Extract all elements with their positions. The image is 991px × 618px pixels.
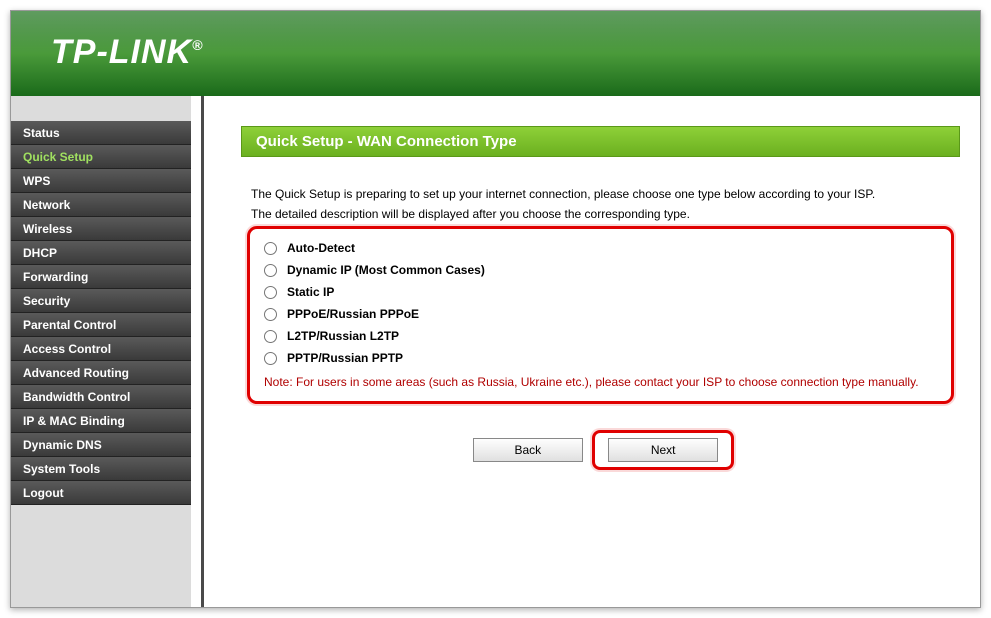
option-label[interactable]: L2TP/Russian L2TP: [287, 329, 399, 343]
note-text: Note: For users in some areas (such as R…: [264, 375, 937, 391]
app-frame: TP-LINK® StatusQuick SetupWPSNetworkWire…: [10, 10, 981, 608]
next-button[interactable]: Next: [608, 438, 718, 462]
option-row: PPPoE/Russian PPPoE: [264, 303, 937, 325]
intro-line-2: The detailed description will be display…: [251, 207, 950, 223]
button-row: Back Next: [241, 430, 960, 470]
option-row: PPTP/Russian PPTP: [264, 347, 937, 369]
sidebar-item-dynamic-dns[interactable]: Dynamic DNS: [11, 433, 191, 457]
sidebar-item-ip-mac-binding[interactable]: IP & MAC Binding: [11, 409, 191, 433]
sidebar-item-dhcp[interactable]: DHCP: [11, 241, 191, 265]
option-row: L2TP/Russian L2TP: [264, 325, 937, 347]
option-row: Static IP: [264, 281, 937, 303]
sidebar-item-wps[interactable]: WPS: [11, 169, 191, 193]
page-title: Quick Setup - WAN Connection Type: [241, 126, 960, 157]
sidebar-item-access-control[interactable]: Access Control: [11, 337, 191, 361]
radio-pppoe-russian-pppoe[interactable]: [264, 308, 277, 321]
radio-auto-detect[interactable]: [264, 242, 277, 255]
next-button-highlight: Next: [592, 430, 734, 470]
vertical-divider: [191, 96, 221, 607]
sidebar-item-advanced-routing[interactable]: Advanced Routing: [11, 361, 191, 385]
radio-pptp-russian-pptp[interactable]: [264, 352, 277, 365]
radio-dynamic-ip-most-common-cases-[interactable]: [264, 264, 277, 277]
sidebar: StatusQuick SetupWPSNetworkWirelessDHCPF…: [11, 96, 191, 607]
intro-line-1: The Quick Setup is preparing to set up y…: [251, 187, 950, 203]
sidebar-item-wireless[interactable]: Wireless: [11, 217, 191, 241]
sidebar-item-security[interactable]: Security: [11, 289, 191, 313]
body-row: StatusQuick SetupWPSNetworkWirelessDHCPF…: [11, 96, 980, 607]
option-row: Auto-Detect: [264, 237, 937, 259]
back-button[interactable]: Back: [473, 438, 583, 462]
content-area: Quick Setup - WAN Connection Type The Qu…: [221, 96, 980, 607]
sidebar-item-logout[interactable]: Logout: [11, 481, 191, 505]
option-label[interactable]: Static IP: [287, 285, 334, 299]
sidebar-item-parental-control[interactable]: Parental Control: [11, 313, 191, 337]
option-label[interactable]: PPPoE/Russian PPPoE: [287, 307, 419, 321]
option-label[interactable]: Auto-Detect: [287, 241, 355, 255]
option-label[interactable]: PPTP/Russian PPTP: [287, 351, 403, 365]
sidebar-item-network[interactable]: Network: [11, 193, 191, 217]
logo-text: TP-LINK: [51, 33, 192, 71]
brand-logo: TP-LINK®: [51, 33, 203, 72]
logo-reg: ®: [192, 37, 203, 53]
option-row: Dynamic IP (Most Common Cases): [264, 259, 937, 281]
option-label[interactable]: Dynamic IP (Most Common Cases): [287, 263, 485, 277]
header-banner: TP-LINK®: [11, 11, 980, 96]
radio-static-ip[interactable]: [264, 286, 277, 299]
sidebar-item-bandwidth-control[interactable]: Bandwidth Control: [11, 385, 191, 409]
radio-l2tp-russian-l2tp[interactable]: [264, 330, 277, 343]
sidebar-item-quick-setup[interactable]: Quick Setup: [11, 145, 191, 169]
connection-type-options: Auto-Detect Dynamic IP (Most Common Cases…: [247, 226, 954, 404]
sidebar-item-system-tools[interactable]: System Tools: [11, 457, 191, 481]
sidebar-item-status[interactable]: Status: [11, 121, 191, 145]
sidebar-item-forwarding[interactable]: Forwarding: [11, 265, 191, 289]
